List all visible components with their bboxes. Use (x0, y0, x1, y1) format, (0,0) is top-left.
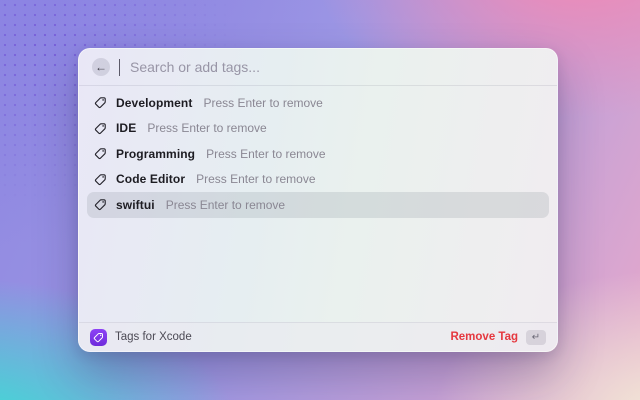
list-item[interactable]: IDE Press Enter to remove (87, 116, 549, 142)
tag-icon (94, 198, 107, 211)
footer-bar: Tags for Xcode Remove Tag ↵ (79, 322, 557, 351)
remove-tag-action[interactable]: Remove Tag (450, 331, 518, 343)
back-button[interactable]: ← (92, 58, 110, 76)
list-item-selected[interactable]: swiftui Press Enter to remove (87, 192, 549, 218)
tag-name: IDE (116, 121, 136, 135)
remove-hint: Press Enter to remove (203, 96, 322, 110)
remove-hint: Press Enter to remove (196, 172, 315, 186)
app-name: Tags for Xcode (115, 331, 192, 343)
tag-icon (94, 147, 107, 160)
tag-name: Development (116, 96, 192, 110)
tag-list: Development Press Enter to remove IDE Pr… (79, 86, 557, 322)
list-item[interactable]: Development Press Enter to remove (87, 90, 549, 116)
remove-hint: Press Enter to remove (147, 121, 266, 135)
search-bar: ← Search or add tags... (79, 49, 557, 86)
tag-name: Programming (116, 147, 195, 161)
tag-icon (94, 122, 107, 135)
back-arrow-icon: ← (95, 61, 107, 73)
tag-icon (94, 173, 107, 186)
app-icon (90, 329, 107, 346)
list-item[interactable]: Programming Press Enter to remove (87, 141, 549, 167)
text-cursor (119, 59, 120, 76)
tag-icon (94, 96, 107, 109)
return-key-icon[interactable]: ↵ (526, 330, 546, 345)
tag-name: swiftui (116, 198, 155, 212)
list-item[interactable]: Code Editor Press Enter to remove (87, 167, 549, 193)
search-input[interactable]: Search or add tags... (130, 59, 260, 75)
tag-name: Code Editor (116, 172, 185, 186)
tag-icon (93, 332, 104, 343)
remove-hint: Press Enter to remove (166, 198, 285, 212)
remove-hint: Press Enter to remove (206, 147, 325, 161)
tag-palette-window: ← Search or add tags... Development Pres… (78, 48, 558, 352)
